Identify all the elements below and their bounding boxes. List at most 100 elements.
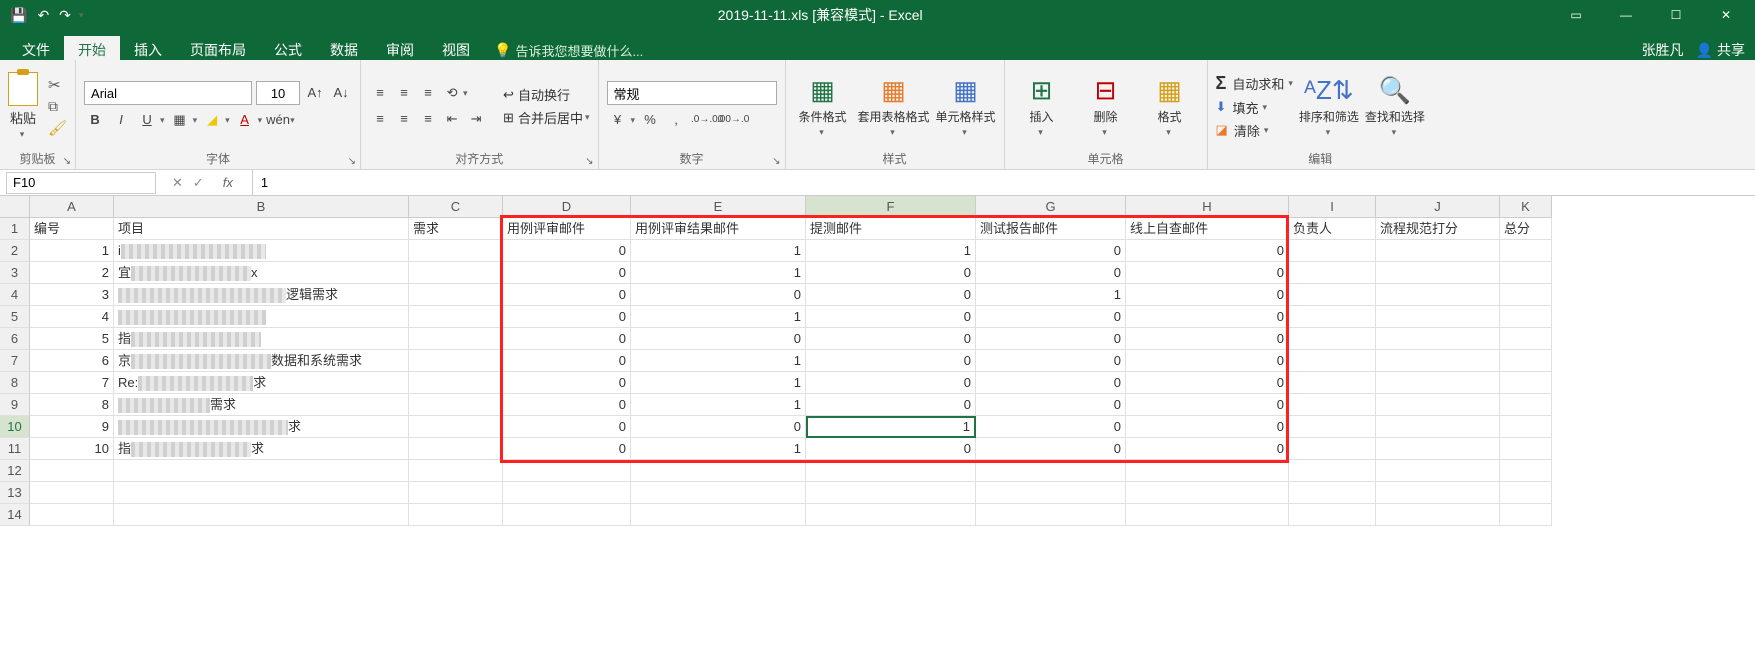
- col-header-I[interactable]: I: [1289, 196, 1376, 218]
- cell[interactable]: [409, 394, 503, 416]
- cell[interactable]: 0: [503, 350, 631, 372]
- cell[interactable]: [1500, 416, 1552, 438]
- fill-color-button[interactable]: ◢: [201, 109, 223, 131]
- wrap-text-button[interactable]: ↩自动换行: [503, 85, 589, 104]
- cell[interactable]: [1376, 416, 1500, 438]
- col-header-G[interactable]: G: [976, 196, 1126, 218]
- cell[interactable]: [409, 262, 503, 284]
- cell[interactable]: [1500, 262, 1552, 284]
- cell[interactable]: 10: [30, 438, 114, 460]
- cell[interactable]: [1289, 240, 1376, 262]
- cell[interactable]: 0: [1126, 284, 1289, 306]
- cell[interactable]: 0: [1126, 262, 1289, 284]
- cell[interactable]: 1: [631, 262, 806, 284]
- cell[interactable]: 0: [503, 328, 631, 350]
- row-header[interactable]: 1: [0, 218, 30, 240]
- cell[interactable]: [1500, 504, 1552, 526]
- col-header-B[interactable]: B: [114, 196, 409, 218]
- cell[interactable]: 负责人: [1289, 218, 1376, 240]
- cell[interactable]: [409, 504, 503, 526]
- cell[interactable]: 1: [631, 240, 806, 262]
- row-header[interactable]: 6: [0, 328, 30, 350]
- cell[interactable]: [976, 460, 1126, 482]
- percent-format-icon[interactable]: %: [639, 109, 661, 131]
- align-middle-icon[interactable]: ≡: [393, 82, 415, 104]
- italic-button[interactable]: I: [110, 109, 132, 131]
- accounting-format-icon[interactable]: ¥: [607, 109, 629, 131]
- cell[interactable]: 0: [976, 394, 1126, 416]
- cell[interactable]: 宜x: [114, 262, 409, 284]
- cell[interactable]: [1500, 350, 1552, 372]
- col-header-C[interactable]: C: [409, 196, 503, 218]
- cell[interactable]: 0: [976, 416, 1126, 438]
- cell[interactable]: [1289, 416, 1376, 438]
- cell[interactable]: 指: [114, 328, 409, 350]
- decrease-indent-icon[interactable]: ⇤: [441, 108, 463, 130]
- phonetic-button[interactable]: wén: [266, 109, 288, 131]
- cell[interactable]: 0: [806, 262, 976, 284]
- copy-button[interactable]: ⧉: [48, 98, 67, 115]
- conditional-formatting-button[interactable]: ▦条件格式▾: [794, 75, 852, 138]
- orientation-icon[interactable]: ⟲: [441, 82, 463, 104]
- cell[interactable]: 提测邮件: [806, 218, 976, 240]
- cell[interactable]: 9: [30, 416, 114, 438]
- cell[interactable]: 指求: [114, 438, 409, 460]
- cell[interactable]: [503, 504, 631, 526]
- chevron-down-icon[interactable]: ▾: [160, 115, 165, 126]
- cell[interactable]: 线上自查邮件: [1126, 218, 1289, 240]
- row-header[interactable]: 3: [0, 262, 30, 284]
- cell[interactable]: [409, 438, 503, 460]
- cell[interactable]: 0: [503, 240, 631, 262]
- cell[interactable]: [1500, 372, 1552, 394]
- cell[interactable]: 0: [1126, 372, 1289, 394]
- cell[interactable]: [1289, 504, 1376, 526]
- cell[interactable]: [1376, 350, 1500, 372]
- chevron-down-icon[interactable]: ▾: [631, 115, 636, 126]
- chevron-down-icon[interactable]: ▾: [193, 115, 198, 126]
- dialog-launcher-icon[interactable]: ↘: [348, 156, 356, 167]
- cell[interactable]: 0: [1126, 394, 1289, 416]
- cell[interactable]: 用例评审结果邮件: [631, 218, 806, 240]
- row-header[interactable]: 10: [0, 416, 30, 438]
- cell[interactable]: [503, 482, 631, 504]
- paste-button[interactable]: 粘贴 ▾: [8, 72, 38, 140]
- cell[interactable]: [1500, 460, 1552, 482]
- cell[interactable]: 0: [503, 438, 631, 460]
- cell[interactable]: 总分: [1500, 218, 1552, 240]
- cell[interactable]: 求: [114, 416, 409, 438]
- cell[interactable]: 逻辑需求: [114, 284, 409, 306]
- cell[interactable]: [30, 482, 114, 504]
- cell[interactable]: 0: [1126, 350, 1289, 372]
- cell[interactable]: [1500, 328, 1552, 350]
- dialog-launcher-icon[interactable]: ↘: [585, 156, 593, 167]
- cell[interactable]: 0: [806, 438, 976, 460]
- col-header-E[interactable]: E: [631, 196, 806, 218]
- cell[interactable]: [1376, 460, 1500, 482]
- cell[interactable]: [1376, 504, 1500, 526]
- increase-indent-icon[interactable]: ⇥: [465, 108, 487, 130]
- cell[interactable]: 6: [30, 350, 114, 372]
- cell[interactable]: 0: [806, 394, 976, 416]
- row-header[interactable]: 4: [0, 284, 30, 306]
- align-right-icon[interactable]: ≡: [417, 108, 439, 130]
- cell[interactable]: 用例评审邮件: [503, 218, 631, 240]
- cell[interactable]: [30, 504, 114, 526]
- cell[interactable]: 0: [1126, 328, 1289, 350]
- dialog-launcher-icon[interactable]: ↘: [772, 156, 780, 167]
- cell[interactable]: [409, 460, 503, 482]
- minimize-icon[interactable]: —: [1603, 1, 1649, 29]
- cell[interactable]: [409, 350, 503, 372]
- font-size-input[interactable]: [256, 81, 300, 105]
- align-top-icon[interactable]: ≡: [369, 82, 391, 104]
- cell[interactable]: [1376, 240, 1500, 262]
- cell[interactable]: [30, 460, 114, 482]
- cell[interactable]: [1376, 306, 1500, 328]
- cell[interactable]: 0: [503, 416, 631, 438]
- cell[interactable]: 测试报告邮件: [976, 218, 1126, 240]
- cell[interactable]: [806, 460, 976, 482]
- cell[interactable]: [631, 504, 806, 526]
- cell[interactable]: [114, 460, 409, 482]
- cell[interactable]: 0: [806, 350, 976, 372]
- name-box[interactable]: [6, 172, 156, 194]
- cell[interactable]: [409, 328, 503, 350]
